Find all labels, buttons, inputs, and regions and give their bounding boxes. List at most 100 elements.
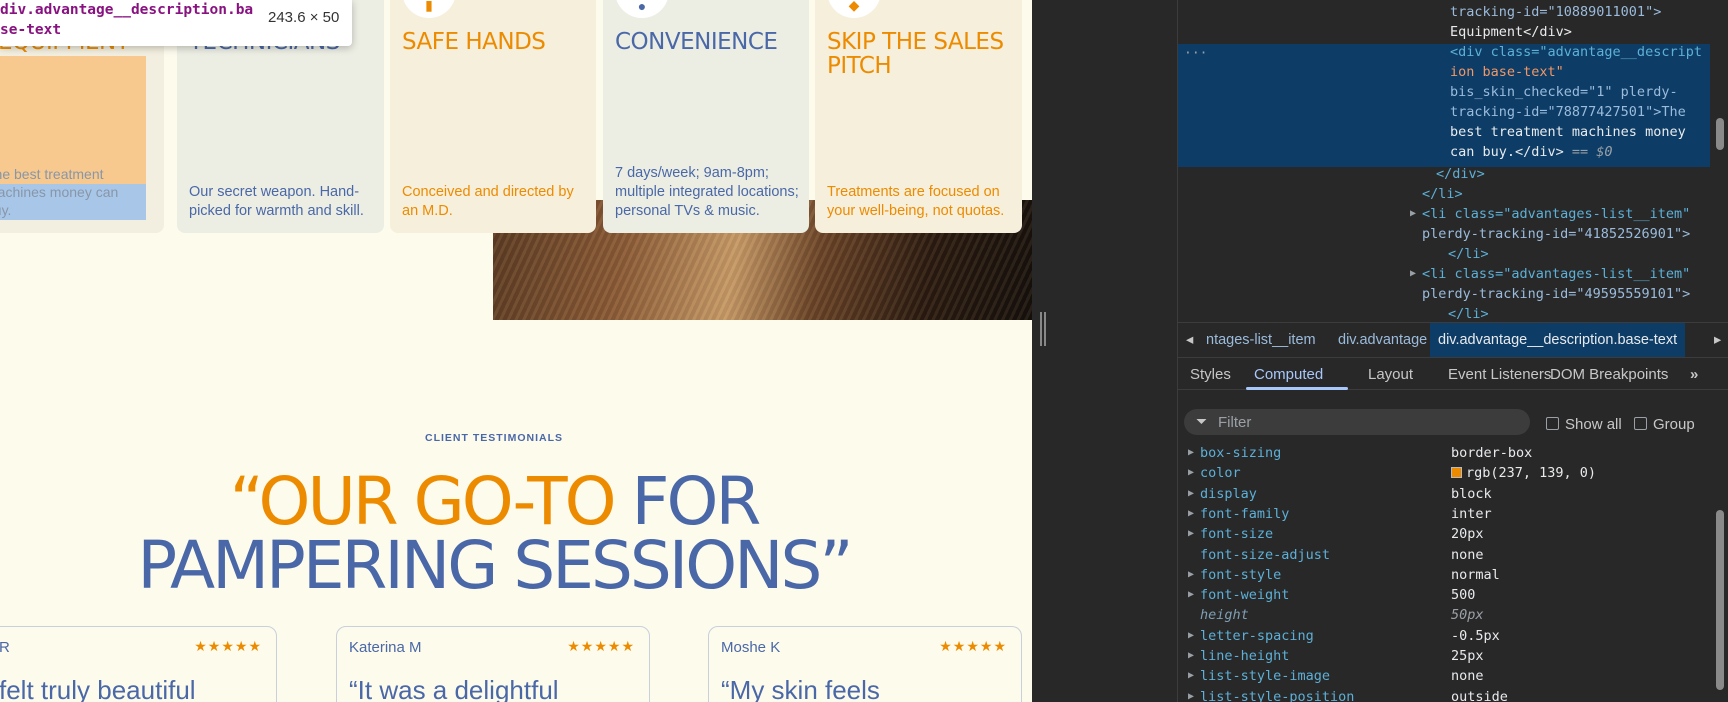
active-tab-indicator — [1246, 387, 1348, 390]
dom-line-selected[interactable]: bis_skin_checked="1" plerdy- — [1450, 82, 1678, 102]
property-value: normal — [1451, 566, 1500, 583]
elements-scrollbar[interactable] — [1716, 118, 1724, 150]
property-value-wrap: none — [1451, 547, 1484, 563]
inspect-tooltip: div.advantage__description.base-text 243… — [0, 0, 352, 46]
reviewer-name: Katerina M — [349, 639, 422, 656]
headline-blue-2: PAMPERING SESSIONS” — [137, 527, 853, 604]
property-name: font-style — [1200, 566, 1282, 583]
property-value: -0.5px — [1451, 627, 1500, 644]
color-swatch-icon[interactable] — [1451, 467, 1462, 479]
computed-property-row[interactable]: ▶ color rgb(237, 139, 0) — [1178, 465, 1718, 485]
checkbox-box[interactable] — [1546, 417, 1559, 430]
tab-computed[interactable]: Computed — [1254, 366, 1323, 383]
dom-line-selected[interactable]: tracking-id="78877427501">The — [1450, 102, 1686, 122]
advantage-title: CONVENIENCE — [615, 29, 778, 55]
computed-property-row[interactable]: ▶ box-sizing border-box — [1178, 445, 1718, 465]
tab-layout[interactable]: Layout — [1368, 366, 1413, 383]
dom-line[interactable]: <li class="advantages-list__item" — [1422, 204, 1690, 224]
testimonials-headline: “OUR GO-TO FOR PAMPERING SESSIONS” — [0, 469, 988, 599]
dom-line-selected[interactable]: best treatment machines money — [1450, 122, 1686, 142]
dom-line[interactable]: tracking-id="10889011001"> — [1450, 2, 1661, 22]
property-value-wrap: none — [1451, 668, 1484, 684]
property-value: block — [1451, 485, 1492, 502]
expand-arrow-icon[interactable]: ▶ — [1410, 264, 1416, 284]
computed-property-row[interactable]: ▶ line-height 25px — [1178, 648, 1718, 668]
property-value-wrap: rgb(237, 139, 0) — [1451, 465, 1596, 481]
expand-arrow-icon[interactable]: ▶ — [1188, 467, 1194, 478]
property-name: list-style-image — [1200, 668, 1331, 685]
review-card: Moshe K ★★★★★ “My skin feels — [708, 626, 1022, 702]
advantage-card-skip-sales: ◆ SKIP THE SALES PITCH Treatments are fo… — [815, 0, 1022, 233]
hand-icon: ▮ — [402, 0, 456, 18]
computed-property-row[interactable]: ▶ list-style-position outside — [1178, 689, 1718, 702]
property-name: display — [1200, 485, 1257, 502]
globe-icon: ● — [615, 0, 669, 18]
filter-input[interactable]: ⏷ Filter — [1184, 409, 1530, 435]
property-value-wrap: 500 — [1451, 587, 1475, 603]
advantage-title: SAFE HANDS — [402, 29, 546, 55]
review-quote: felt truly beautiful — [0, 675, 196, 702]
computed-property-row[interactable]: ▶ font-style normal — [1178, 567, 1718, 587]
dom-line-selected[interactable]: <div class="advantage__descript — [1450, 42, 1702, 62]
computed-property-row[interactable]: ▶ font-weight 500 — [1178, 587, 1718, 607]
expand-arrow-icon[interactable]: ▶ — [1188, 447, 1194, 458]
breadcrumb-right-arrow-icon[interactable]: ▸ — [1714, 332, 1721, 348]
property-name: letter-spacing — [1200, 627, 1314, 644]
dom-line-selected[interactable]: ion base-text" — [1450, 62, 1564, 82]
more-tabs-icon[interactable]: » — [1690, 366, 1698, 383]
group-checkbox[interactable]: Group — [1634, 416, 1695, 433]
property-value-wrap: inter — [1451, 506, 1492, 522]
computed-property-row[interactable]: ▶ letter-spacing -0.5px — [1178, 628, 1718, 648]
property-value: rgb(237, 139, 0) — [1466, 465, 1597, 482]
devtools-splitter[interactable] — [1032, 0, 1178, 702]
expand-arrow-icon[interactable]: ▶ — [1410, 204, 1416, 224]
advantage-card-safe-hands: ▮ SAFE HANDS Conceived and directed by a… — [390, 0, 596, 233]
dom-line[interactable]: plerdy-tracking-id="49595559101"> — [1422, 284, 1690, 304]
dom-line[interactable]: Equipment</div> — [1450, 22, 1572, 42]
expand-arrow-icon[interactable]: ▶ — [1188, 589, 1194, 600]
property-value: inter — [1451, 505, 1492, 522]
computed-property-row[interactable]: height 50px — [1178, 607, 1718, 627]
checkbox-box[interactable] — [1634, 417, 1647, 430]
dom-line[interactable]: </div> — [1436, 164, 1485, 184]
dom-line[interactable]: </li> — [1448, 304, 1489, 320]
dom-line[interactable]: </li> — [1448, 244, 1489, 264]
computed-property-row[interactable]: ▶ display block — [1178, 486, 1718, 506]
tab-styles[interactable]: Styles — [1190, 366, 1231, 383]
dom-line[interactable]: plerdy-tracking-id="41852526901"> — [1422, 224, 1690, 244]
tooltip-element-size: 243.6 × 50 — [268, 9, 340, 26]
filter-icon: ⏷ — [1196, 413, 1208, 429]
expand-arrow-icon[interactable]: ▶ — [1188, 630, 1194, 641]
breadcrumb-item[interactable]: ntages-list__item — [1206, 332, 1316, 348]
more-options-icon[interactable]: ··· — [1184, 44, 1207, 64]
advantage-title: SKIP THE SALES PITCH — [827, 29, 1004, 79]
expand-arrow-icon[interactable]: ▶ — [1188, 508, 1194, 519]
breadcrumb-item[interactable]: div.advantage — [1338, 332, 1427, 348]
show-all-checkbox[interactable]: Show all — [1546, 416, 1622, 433]
tab-event-listeners[interactable]: Event Listeners — [1448, 366, 1551, 383]
advantage-description: 7 days/week; 9am-8pm; multiple integrate… — [615, 165, 799, 219]
elements-tree[interactable]: ··· tracking-id="10889011001"> Equipment… — [1178, 0, 1728, 320]
computed-property-row[interactable]: ▶ font-family inter — [1178, 506, 1718, 526]
advantage-description: The best treatment machines money can bu… — [0, 166, 119, 218]
show-all-label: Show all — [1565, 416, 1622, 433]
computed-property-row[interactable]: ▶ font-size 20px — [1178, 526, 1718, 546]
computed-property-row[interactable]: font-size-adjust none — [1178, 547, 1718, 567]
expand-arrow-icon[interactable]: ▶ — [1188, 569, 1194, 580]
expand-arrow-icon[interactable]: ▶ — [1188, 488, 1194, 499]
computed-scrollbar[interactable] — [1716, 510, 1724, 690]
dom-line-selected[interactable]: can buy.</div> == $0 — [1450, 142, 1613, 162]
tab-dom-breakpoints[interactable]: DOM Breakpoints — [1550, 366, 1668, 383]
breadcrumb-left-arrow-icon[interactable]: ◂ — [1186, 332, 1193, 348]
expand-arrow-icon[interactable]: ▶ — [1188, 528, 1194, 539]
expand-arrow-icon[interactable]: ▶ — [1188, 650, 1194, 661]
property-value: 25px — [1451, 648, 1484, 664]
resize-grip-icon[interactable] — [1040, 312, 1046, 346]
breadcrumb-item-active[interactable]: div.advantage__description.base-text — [1430, 323, 1686, 357]
dom-line[interactable]: </li> — [1422, 184, 1463, 204]
computed-property-row[interactable]: ▶ list-style-image none — [1178, 668, 1718, 688]
expand-arrow-icon[interactable]: ▶ — [1188, 670, 1194, 681]
expand-arrow-icon[interactable]: ▶ — [1188, 691, 1194, 702]
dom-line[interactable]: <li class="advantages-list__item" — [1422, 264, 1690, 284]
property-value-wrap: block — [1451, 486, 1492, 502]
